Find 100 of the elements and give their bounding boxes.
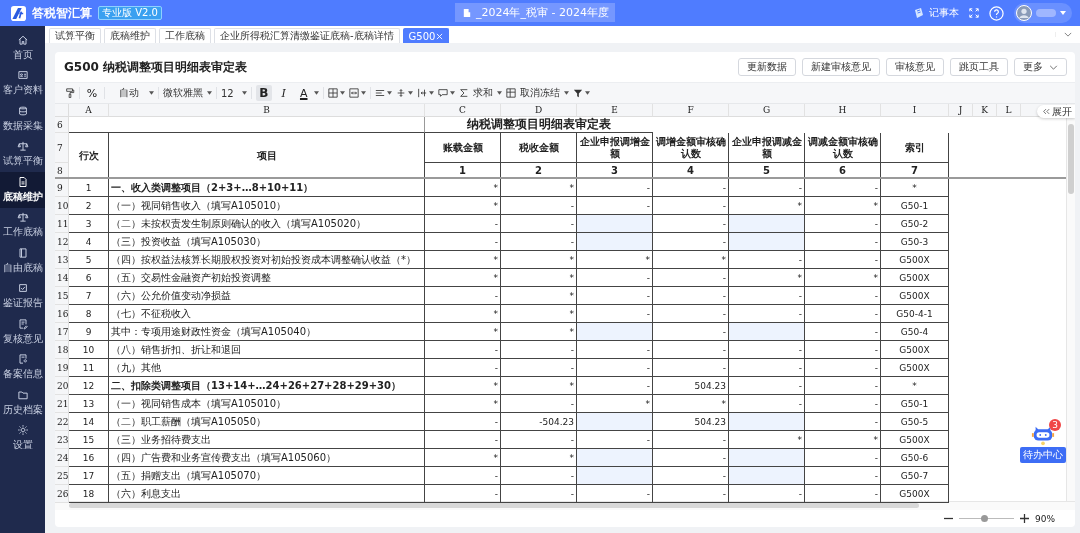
row-number[interactable]: 9 bbox=[55, 179, 69, 197]
caret-icon[interactable] bbox=[449, 91, 455, 95]
column-header[interactable]: G bbox=[729, 104, 805, 117]
sidebar-item[interactable]: 数据采集 bbox=[0, 101, 45, 137]
input-cell[interactable] bbox=[729, 215, 805, 233]
scrollbar[interactable] bbox=[55, 501, 1075, 510]
input-cell[interactable] bbox=[577, 323, 653, 341]
sidebar-item[interactable]: 首页 bbox=[0, 30, 45, 66]
filter-icon[interactable] bbox=[572, 88, 583, 98]
user-menu[interactable] bbox=[1014, 3, 1072, 23]
plus-icon[interactable] bbox=[1020, 514, 1029, 523]
input-cell[interactable] bbox=[729, 323, 805, 341]
action-button[interactable]: 新建审核意见 bbox=[802, 58, 880, 76]
row-number[interactable]: 10 bbox=[55, 197, 69, 215]
input-cell[interactable] bbox=[577, 449, 653, 467]
input-cell[interactable] bbox=[729, 467, 805, 485]
notepad-button[interactable]: 记事本 bbox=[913, 6, 959, 20]
italic-button[interactable]: I bbox=[275, 85, 292, 101]
input-cell[interactable] bbox=[729, 233, 805, 251]
merge-cells-icon[interactable] bbox=[348, 88, 359, 98]
column-header[interactable]: B bbox=[109, 104, 425, 117]
column-header[interactable]: L bbox=[997, 104, 1021, 117]
sidebar-item[interactable]: 试算平衡 bbox=[0, 136, 45, 172]
input-cell[interactable] bbox=[577, 413, 653, 431]
column-header[interactable]: C bbox=[425, 104, 501, 117]
caret-icon[interactable] bbox=[313, 91, 319, 95]
caret-icon[interactable] bbox=[428, 91, 434, 95]
action-button[interactable]: 审核意见 bbox=[886, 58, 944, 76]
slider-thumb[interactable] bbox=[980, 515, 988, 522]
sidebar-item[interactable]: 工作底稿 bbox=[0, 207, 45, 243]
caret-icon[interactable] bbox=[584, 91, 590, 95]
freeze-dropdown[interactable]: 取消冻结 bbox=[519, 86, 569, 100]
todo-center-button[interactable]: 待办中心 bbox=[1020, 447, 1066, 463]
caret-icon[interactable] bbox=[360, 91, 366, 95]
input-cell[interactable] bbox=[577, 467, 653, 485]
row-number[interactable]: 24 bbox=[55, 449, 69, 467]
row-number[interactable]: 18 bbox=[55, 341, 69, 359]
sidebar-item[interactable]: 复核意见 bbox=[0, 314, 45, 350]
row-number[interactable]: 21 bbox=[55, 395, 69, 413]
vertical-align-icon[interactable] bbox=[395, 88, 406, 98]
sidebar-item[interactable]: 历史档案 bbox=[0, 385, 45, 421]
row-number[interactable]: 12 bbox=[55, 233, 69, 251]
sidebar-item[interactable]: 底稿维护 bbox=[0, 172, 45, 208]
sidebar-item[interactable]: 客户资料 bbox=[0, 65, 45, 101]
close-icon[interactable] bbox=[436, 32, 444, 40]
column-header[interactable]: F bbox=[653, 104, 729, 117]
tab[interactable]: 底稿维护 bbox=[104, 28, 156, 43]
caret-icon[interactable] bbox=[339, 91, 345, 95]
font-size-dropdown[interactable]: 12 bbox=[221, 87, 247, 99]
row-number[interactable]: 15 bbox=[55, 287, 69, 305]
comment-icon[interactable] bbox=[437, 88, 448, 98]
row-number[interactable]: 7 bbox=[55, 133, 69, 163]
font-color-button[interactable]: A bbox=[295, 85, 312, 101]
align-left-icon[interactable] bbox=[374, 88, 385, 98]
column-header[interactable]: H bbox=[805, 104, 881, 117]
row-number[interactable]: 6 bbox=[55, 117, 69, 133]
row-number[interactable]: 17 bbox=[55, 323, 69, 341]
input-cell[interactable] bbox=[729, 449, 805, 467]
tab[interactable]: 企业所得税汇算清缴鉴证底稿-底稿详情 bbox=[214, 28, 400, 43]
column-header[interactable]: D bbox=[501, 104, 577, 117]
row-number[interactable]: 26 bbox=[55, 485, 69, 503]
sidebar-item[interactable]: 备案信息 bbox=[0, 349, 45, 385]
column-header[interactable]: J bbox=[949, 104, 973, 117]
caret-icon[interactable] bbox=[407, 91, 413, 95]
number-format-dropdown[interactable]: 自动 bbox=[109, 86, 154, 100]
sidebar-item[interactable]: 自由底稿 bbox=[0, 243, 45, 279]
input-cell[interactable] bbox=[577, 215, 653, 233]
row-number[interactable]: 13 bbox=[55, 251, 69, 269]
tab[interactable]: G500 bbox=[402, 28, 450, 43]
border-grid-icon[interactable] bbox=[327, 88, 338, 98]
caret-icon[interactable] bbox=[386, 91, 392, 95]
column-header[interactable]: E bbox=[577, 104, 653, 117]
freeze-panes-icon[interactable] bbox=[505, 88, 516, 98]
font-dropdown[interactable]: 微软雅黑 bbox=[163, 86, 212, 100]
action-button[interactable]: 跳页工具 bbox=[950, 58, 1008, 76]
expand-tab[interactable]: 展开 bbox=[1037, 105, 1075, 118]
fullscreen-icon[interactable] bbox=[969, 8, 979, 18]
tab[interactable]: 试算平衡 bbox=[49, 28, 101, 43]
column-header[interactable]: K bbox=[973, 104, 997, 117]
row-number[interactable]: 20 bbox=[55, 377, 69, 395]
format-painter-icon[interactable] bbox=[65, 88, 75, 98]
action-button[interactable]: 更新数据 bbox=[738, 58, 796, 76]
sum-dropdown[interactable]: 求和 bbox=[472, 86, 502, 100]
column-header[interactable]: A bbox=[69, 104, 109, 117]
chevron-down-icon[interactable] bbox=[1055, 32, 1072, 37]
sigma-icon[interactable] bbox=[458, 88, 469, 98]
input-cell[interactable] bbox=[729, 413, 805, 431]
percent-button[interactable]: % bbox=[84, 85, 100, 101]
row-number[interactable]: 19 bbox=[55, 359, 69, 377]
column-header[interactable]: I bbox=[881, 104, 949, 117]
row-number[interactable]: 14 bbox=[55, 269, 69, 287]
sidebar-item[interactable]: 设置 bbox=[0, 420, 45, 456]
row-number[interactable]: 23 bbox=[55, 431, 69, 449]
tab[interactable]: 工作底稿 bbox=[159, 28, 211, 43]
row-number[interactable]: 25 bbox=[55, 467, 69, 485]
bold-button[interactable]: B bbox=[255, 85, 272, 101]
help-icon[interactable] bbox=[989, 5, 1004, 21]
row-number[interactable]: 16 bbox=[55, 305, 69, 323]
text-wrap-icon[interactable] bbox=[416, 88, 427, 98]
action-button[interactable]: 更多 bbox=[1014, 58, 1067, 76]
